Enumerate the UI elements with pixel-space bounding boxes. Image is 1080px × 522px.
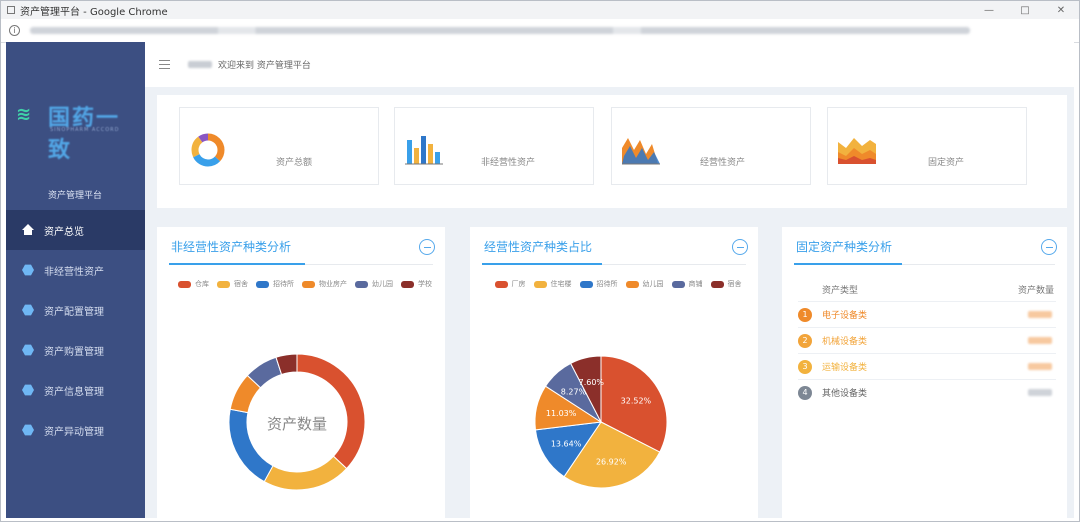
asset-count-blurred <box>1028 363 1052 370</box>
summary-card-non-operating[interactable]: 非经营性资产 <box>394 107 594 185</box>
slice-label: 11.03% <box>546 409 577 418</box>
logo-subtitle: SINOPHARM ACCORD <box>50 127 120 133</box>
ranked-table: 1 电子设备类 2 机械设备类 3 运输设备类 4 其他设备类 <box>798 301 1056 405</box>
sidebar-item-label: 资产总览 <box>44 226 84 238</box>
summary-label: 非经营性资产 <box>481 158 536 168</box>
address-bar[interactable]: i <box>1 19 1079 43</box>
asset-type-name: 运输设备类 <box>822 363 868 373</box>
table-header: 资产类型 资产数量 <box>822 283 1054 296</box>
rank-badge: 3 <box>798 359 812 374</box>
rank-badge: 4 <box>798 385 812 400</box>
area-chart-icon <box>622 138 660 165</box>
asset-type-name: 机械设备类 <box>822 337 868 347</box>
summary-strip: 资产总额 非经营性资产 经营性资产 固定资产 <box>157 95 1067 208</box>
table-row[interactable]: 4 其他设备类 <box>798 379 1056 405</box>
column-header-count: 资产数量 <box>1017 286 1054 296</box>
sidebar-item-label: 资产信息管理 <box>44 386 104 398</box>
panel-title-underline <box>794 263 902 265</box>
summary-card-operating[interactable]: 经营性资产 <box>611 107 811 185</box>
asset-type-name: 电子设备类 <box>822 311 868 321</box>
center-label: 资产数量 <box>267 415 327 433</box>
panel-fixed-asset-types: 固定资产种类分析 资产类型 资产数量 1 电子设备类 2 机械设备类 3 运输设备类 4 其他… <box>782 227 1067 518</box>
panel-title: 固定资产种类分析 <box>796 240 893 254</box>
sidebar: ≋ 国药一致 SINOPHARM ACCORD 资产管理平台 资产总览 非经营性… <box>6 42 145 518</box>
asset-count-blurred <box>1028 389 1052 396</box>
sidebar-item-label: 非经营性资产 <box>44 266 104 278</box>
hexagon-icon <box>22 264 34 276</box>
rank-badge: 2 <box>798 333 812 348</box>
hexagon-icon <box>22 304 34 316</box>
asset-count-blurred <box>1028 337 1052 344</box>
top-header: 欢迎来到 资产管理平台 <box>145 42 1074 87</box>
sidebar-item-asset-change[interactable]: 资产异动管理 <box>6 410 145 450</box>
table-row[interactable]: 1 电子设备类 <box>798 301 1056 327</box>
pie-slice[interactable] <box>263 455 348 491</box>
rank-badge: 1 <box>798 307 812 322</box>
slice-label: 26.92% <box>596 458 627 467</box>
panel-non-operating-types: 非经营性资产种类分析 仓库 宿舍 招待所 物业房产 幼儿园 学校 资产数量 <box>157 227 445 518</box>
sidebar-item-non-operating-assets[interactable]: 非经营性资产 <box>6 250 145 290</box>
donut-chart-icon <box>191 133 225 167</box>
pie-slice[interactable] <box>296 353 366 470</box>
summary-card-fixed[interactable]: 固定资产 <box>827 107 1027 185</box>
sidebar-item-asset-purchase[interactable]: 资产购置管理 <box>6 330 145 370</box>
asset-type-name: 其他设备类 <box>822 389 868 399</box>
close-icon[interactable]: ✕ <box>1043 5 1079 16</box>
column-header-type: 资产类型 <box>822 286 859 296</box>
sidebar-item-overview[interactable]: 资产总览 <box>6 210 145 250</box>
pie-chart: 32.52% 26.92% 13.64% 11.03% 8.27%7.60% <box>534 355 668 489</box>
info-icon[interactable]: i <box>9 25 20 36</box>
sidebar-item-label: 资产配置管理 <box>44 306 104 318</box>
hexagon-icon <box>22 384 34 396</box>
asset-count-blurred <box>1028 311 1052 318</box>
app-icon <box>7 6 15 14</box>
greeting-text: 欢迎来到 资产管理平台 <box>218 61 311 71</box>
stacked-area-icon <box>838 138 876 164</box>
slice-label: 8.27% <box>561 388 587 397</box>
sidebar-item-asset-info[interactable]: 资产信息管理 <box>6 370 145 410</box>
slice-label: 32.52% <box>621 397 652 406</box>
main-content: 欢迎来到 资产管理平台 资产总额 非经营性资产 经营性资产 固定资产 非经营性资… <box>145 42 1074 518</box>
summary-label: 资产总额 <box>276 158 313 168</box>
sidebar-item-asset-config[interactable]: 资产配置管理 <box>6 290 145 330</box>
bar-chart-icon <box>405 136 443 165</box>
donut-chart: 资产数量 <box>228 353 366 491</box>
leaf-logo-icon: ≋ <box>16 104 32 125</box>
table-row[interactable]: 2 机械设备类 <box>798 327 1056 353</box>
hexagon-icon <box>22 424 34 436</box>
panel-operating-share: 经营性资产种类占比 厂房 住宅楼 招待所 幼儿园 商铺 宿舍 32.52% 26.92% 13… <box>470 227 758 518</box>
url-blurred[interactable] <box>30 27 970 34</box>
minimize-icon[interactable]: — <box>971 5 1007 16</box>
hexagon-icon <box>22 344 34 356</box>
summary-label: 固定资产 <box>928 158 965 168</box>
platform-title: 资产管理平台 <box>48 191 103 201</box>
sidebar-item-label: 资产购置管理 <box>44 346 104 358</box>
sidebar-item-label: 资产异动管理 <box>44 426 104 438</box>
sidebar-nav: 资产总览 非经营性资产 资产配置管理 资产购置管理 资产信息管理 资产异动管理 <box>6 210 145 450</box>
user-name-blurred <box>188 61 212 68</box>
summary-label: 经营性资产 <box>700 158 746 168</box>
summary-card-total[interactable]: 资产总额 <box>179 107 379 185</box>
home-icon <box>22 224 34 236</box>
slice-label: 13.64% <box>551 439 582 448</box>
menu-icon[interactable] <box>159 60 170 69</box>
collapse-icon[interactable] <box>1041 239 1057 255</box>
window-title: 资产管理平台 - Google Chrome <box>20 6 168 18</box>
window-controls: — □ ✕ <box>971 5 1079 16</box>
title-bar: 资产管理平台 - Google Chrome — □ ✕ <box>1 1 1079 19</box>
slice-label: 7.60% <box>579 378 605 387</box>
maximize-icon[interactable]: □ <box>1007 5 1043 16</box>
table-row[interactable]: 3 运输设备类 <box>798 353 1056 379</box>
